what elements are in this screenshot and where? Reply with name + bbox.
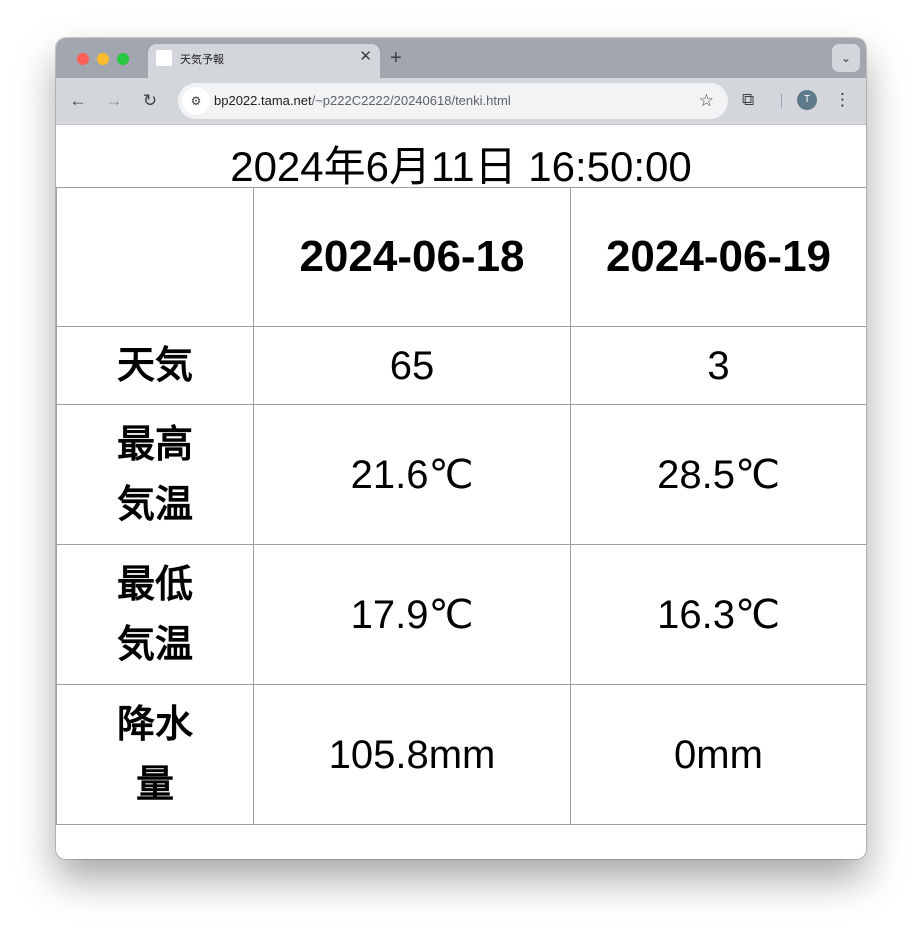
back-button[interactable]: ← [66,89,90,113]
row-label: 最高気温 [56,404,254,545]
table-cell: 65 [253,326,571,405]
row-label: 天気 [56,326,254,405]
new-tab-button[interactable]: + [390,46,402,70]
profile-avatar[interactable]: T [797,90,817,110]
table-row: 降水量 105.8mm 0mm [56,684,866,825]
table-header-row: 2024-06-18 2024-06-19 [56,187,866,327]
reload-button[interactable]: ↻ [138,89,162,113]
browser-window: 天気予報 ✕ + ⌄ ← → ↻ ⚙ bp2022.tama.net/~p222… [56,38,866,859]
row-label-text: 天気 [116,344,193,387]
tab-tenki[interactable]: 天気予報 ✕ [148,44,380,78]
table-row: 天気 65 3 [56,326,866,405]
row-label: 降水量 [56,684,254,825]
header-date-cell: 2024-06-19 [570,187,866,327]
tab-search-button[interactable]: ⌄ [832,44,860,72]
table-cell: 105.8mm [253,684,571,825]
toolbar-divider [781,94,782,108]
window-maximize-button[interactable] [117,53,129,65]
tab-bar: 天気予報 ✕ + ⌄ [56,38,866,78]
header-date-cell: 2024-06-18 [253,187,571,327]
forecast-table: 2024-06-18 2024-06-19 天気 65 3 最高気温 21.6℃… [56,187,866,825]
table-cell: 17.9℃ [253,544,571,685]
table-row: 最低気温 17.9℃ 16.3℃ [56,544,866,685]
address-bar[interactable]: ⚙ bp2022.tama.net/~p222C2222/20240618/te… [178,83,728,119]
toolbar: ← → ↻ ⚙ bp2022.tama.net/~p222C2222/20240… [56,78,866,124]
table-row: 最高気温 21.6℃ 28.5℃ [56,404,866,545]
window-minimize-button[interactable] [97,53,109,65]
favicon-icon [156,50,172,66]
table-cell: 28.5℃ [570,404,866,545]
header-empty-cell [56,187,254,327]
row-label-text: 最高気温 [116,423,193,526]
url-text[interactable]: bp2022.tama.net/~p222C2222/20240618/tenk… [214,93,511,108]
url-path: /~p222C2222/20240618/tenki.html [311,93,511,108]
row-label-text: 降水量 [116,703,193,806]
page-content: 2024年6月11日 16:50:00 2024-06-18 2024-06-1… [56,124,866,859]
url-host: bp2022.tama.net [214,93,312,108]
window-close-button[interactable] [77,53,89,65]
table-cell: 0mm [570,684,866,825]
table-cell: 16.3℃ [570,544,866,685]
tab-close-icon[interactable]: ✕ [359,48,372,66]
forward-button[interactable]: → [102,89,126,113]
row-label: 最低気温 [56,544,254,685]
extensions-puzzle-icon[interactable]: ⧉ [742,88,754,112]
row-label-text: 最低気温 [116,563,193,666]
bookmark-star-icon[interactable]: ☆ [699,90,714,112]
site-info-icon[interactable]: ⚙ [182,87,210,115]
table-cell: 21.6℃ [253,404,571,545]
table-cell: 3 [570,326,866,405]
menu-kebab-icon[interactable]: ⋮ [834,88,851,112]
tab-title: 天気予報 [180,54,224,66]
page-datetime: 2024年6月11日 16:50:00 [230,143,692,190]
